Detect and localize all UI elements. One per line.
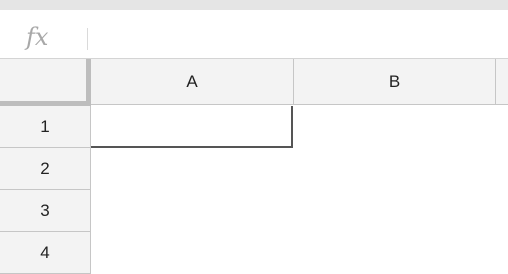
formula-bar: fx <box>0 10 508 59</box>
row-header-2[interactable]: 2 <box>0 148 91 190</box>
formula-input[interactable] <box>96 22 500 54</box>
column-header-c[interactable] <box>496 59 508 105</box>
row-2-cells[interactable] <box>91 148 508 190</box>
window-top-strip <box>0 0 508 10</box>
cell-a1[interactable] <box>91 106 293 148</box>
row-header-1[interactable]: 1 <box>0 106 91 148</box>
row-header-4[interactable]: 4 <box>0 232 91 274</box>
row-4-cells[interactable] <box>91 232 508 256</box>
select-all-corner[interactable] <box>0 59 91 106</box>
spreadsheet-grid: A B 1 2 3 4 <box>0 59 508 274</box>
row-3-cells[interactable] <box>91 190 508 232</box>
column-header-b[interactable]: B <box>294 59 496 105</box>
fx-icon: fx <box>26 23 49 51</box>
formula-bar-divider <box>87 28 88 50</box>
cell-b1[interactable] <box>294 106 508 148</box>
column-header-a[interactable]: A <box>91 59 294 105</box>
row-header-3[interactable]: 3 <box>0 190 91 232</box>
